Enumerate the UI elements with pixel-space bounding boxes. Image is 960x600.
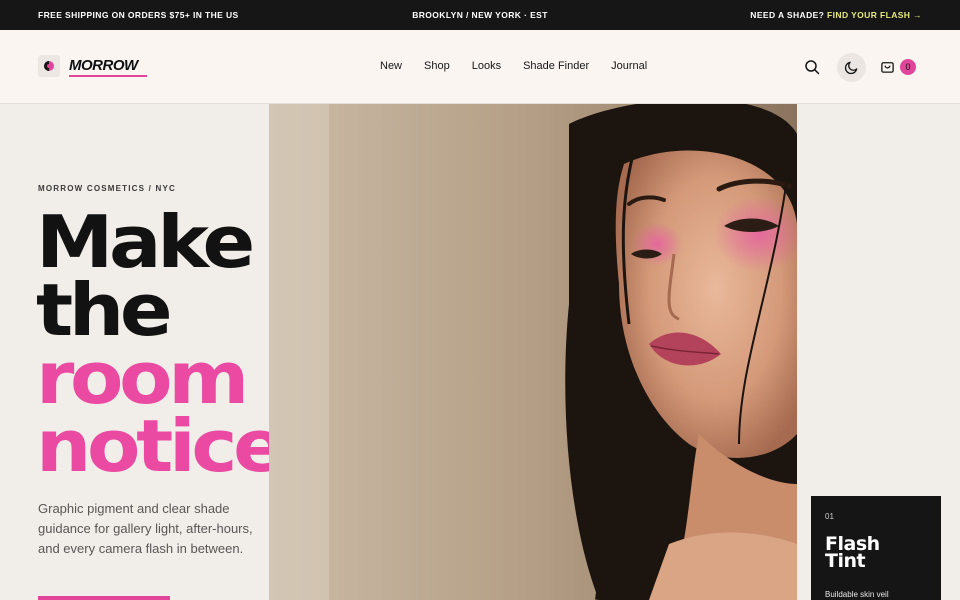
theme-toggle-button[interactable] [837, 53, 866, 82]
search-button[interactable] [801, 56, 823, 78]
headline-line-1: Make [36, 200, 255, 284]
headline-line-2: the [36, 268, 173, 352]
card-subtitle: Buildable skin veil [825, 590, 889, 599]
nav-item-shop[interactable]: Shop [424, 60, 450, 72]
shade-cta[interactable]: NEED A SHADE? FIND YOUR FLASH → [750, 10, 922, 20]
cart-button[interactable] [877, 56, 897, 76]
logo-icon[interactable] [38, 55, 60, 77]
bag-icon [880, 61, 894, 73]
announcement-bar: FREE SHIPPING ON ORDERS $75+ IN THE US B… [0, 0, 960, 30]
hero-image [269, 104, 797, 600]
hero-cta-button[interactable] [38, 596, 170, 600]
logo-wordmark[interactable]: MORROW [69, 57, 138, 74]
product-card[interactable]: 01 Flash Tint Buildable skin veil [811, 496, 941, 600]
main-nav: New Shop Looks Shade Finder Journal [380, 60, 647, 72]
hero-description: Graphic pigment and clear shade guidance… [38, 501, 253, 556]
cart-count-badge: 0 [900, 59, 916, 75]
hero-headline: Make the room notice. [36, 200, 311, 488]
card-number: 01 [825, 512, 834, 521]
headline-line-4: notice. [36, 404, 311, 488]
nav-item-new[interactable]: New [380, 60, 402, 72]
nav-item-looks[interactable]: Looks [472, 60, 501, 72]
card-title-line-2: Tint [825, 550, 866, 572]
nav-item-shade-finder[interactable]: Shade Finder [523, 60, 589, 72]
hero-eyebrow: MORROW COSMETICS / NYC [38, 184, 176, 193]
nav-item-journal[interactable]: Journal [611, 60, 647, 72]
search-icon [805, 60, 820, 75]
card-title: Flash Tint [825, 535, 880, 572]
headline-line-3: room [36, 336, 249, 420]
moon-icon [844, 61, 858, 75]
shade-cta-prefix: NEED A SHADE? [750, 10, 828, 20]
logo-underline [69, 75, 147, 77]
find-your-flash-link[interactable]: FIND YOUR FLASH → [827, 10, 922, 20]
site-header: MORROW New Shop Looks Shade Finder Journ… [0, 30, 960, 104]
